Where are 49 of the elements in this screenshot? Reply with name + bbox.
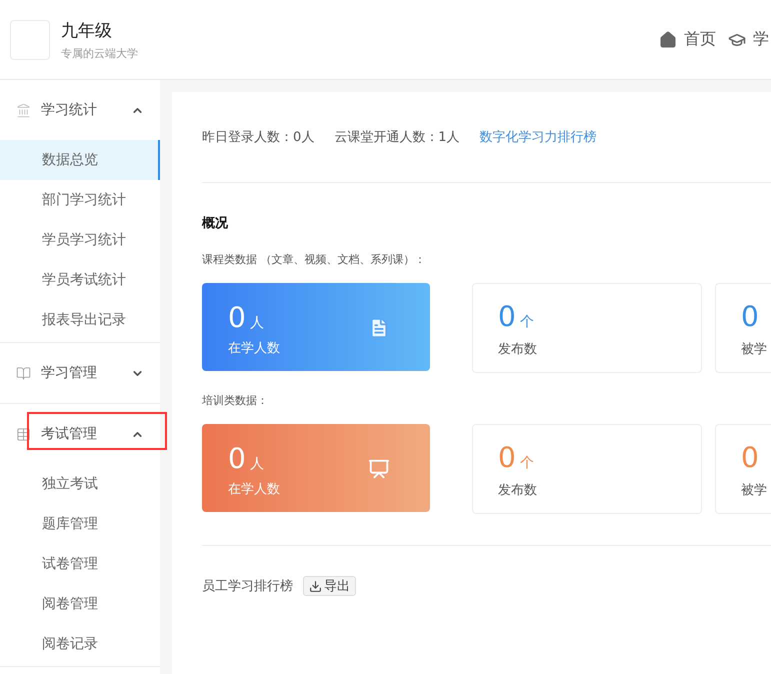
sidebar-group-header[interactable]: 考试管理 [0,404,160,464]
sidebar-group-header[interactable]: 学习管理 [0,343,160,403]
summary-stat: 云课堂开通人数：1人 [334,129,460,146]
sidebar-item[interactable]: 试卷管理 [0,544,160,584]
table-icon [16,426,31,442]
home-icon [659,30,677,48]
lecturer-icon [368,458,390,480]
group-label: 学习管理 [41,364,98,382]
nav-link[interactable]: 首页 [659,29,716,50]
stat-value: 0 [741,443,759,473]
sidebar-item[interactable]: 独立考试 [0,464,160,504]
stat-label: 被学 [741,482,768,499]
download-icon [309,580,322,592]
sidebar-item[interactable]: 学员考试统计 [0,260,160,300]
summary-stat: 昨日登录人数：0人 [202,129,314,146]
sidebar-group-header[interactable]: 学习统计 [0,80,160,140]
stat-value: 0 [741,302,759,332]
ranking-title: 员工学习排行榜 [202,578,293,595]
sidebar-item[interactable]: 阅卷记录 [0,624,160,664]
stat-label: 发布数 [498,341,538,358]
feature-label: 在学人数 [228,340,281,357]
stat-label: 发布数 [498,482,538,499]
stat-value: 0 [498,443,516,473]
sidebar-item[interactable]: 部门学习统计 [0,180,160,220]
book-icon [16,366,31,380]
feature-value: 0 [228,303,246,333]
feature-unit: 人 [250,314,264,332]
ranking-link[interactable]: 数字化学习力排行榜 [480,128,597,146]
group-label: 考试管理 [41,425,98,443]
section-title: 概况 [202,215,229,232]
sidebar-item[interactable]: 数据总览 [0,140,160,180]
sidebar-item[interactable]: 阅卷管理 [0,584,160,624]
stat-unit: 个 [520,454,534,472]
section-label: 课程类数据 （文章、视频、文档、系列课）： [202,252,426,267]
section-label: 培训类数据： [202,393,269,408]
sidebar-item[interactable]: 报表导出记录 [0,300,160,340]
feature-value: 0 [228,444,246,474]
feature-label: 在学人数 [228,481,281,498]
group-label: 学习统计 [41,101,98,119]
stat-label: 被学 [741,341,768,358]
feature-unit: 人 [250,455,264,473]
brand-subtitle: 专属的云端大学 [61,46,138,60]
nav-link[interactable]: 学 [728,29,769,50]
brand-title: 九年级 [61,20,113,42]
sidebar-item[interactable]: 题库管理 [0,504,160,544]
stat-value: 0 [498,302,516,332]
export-button[interactable]: 导出 [303,576,356,596]
sidebar-item[interactable]: 学员学习统计 [0,220,160,260]
stat-unit: 个 [520,313,534,331]
